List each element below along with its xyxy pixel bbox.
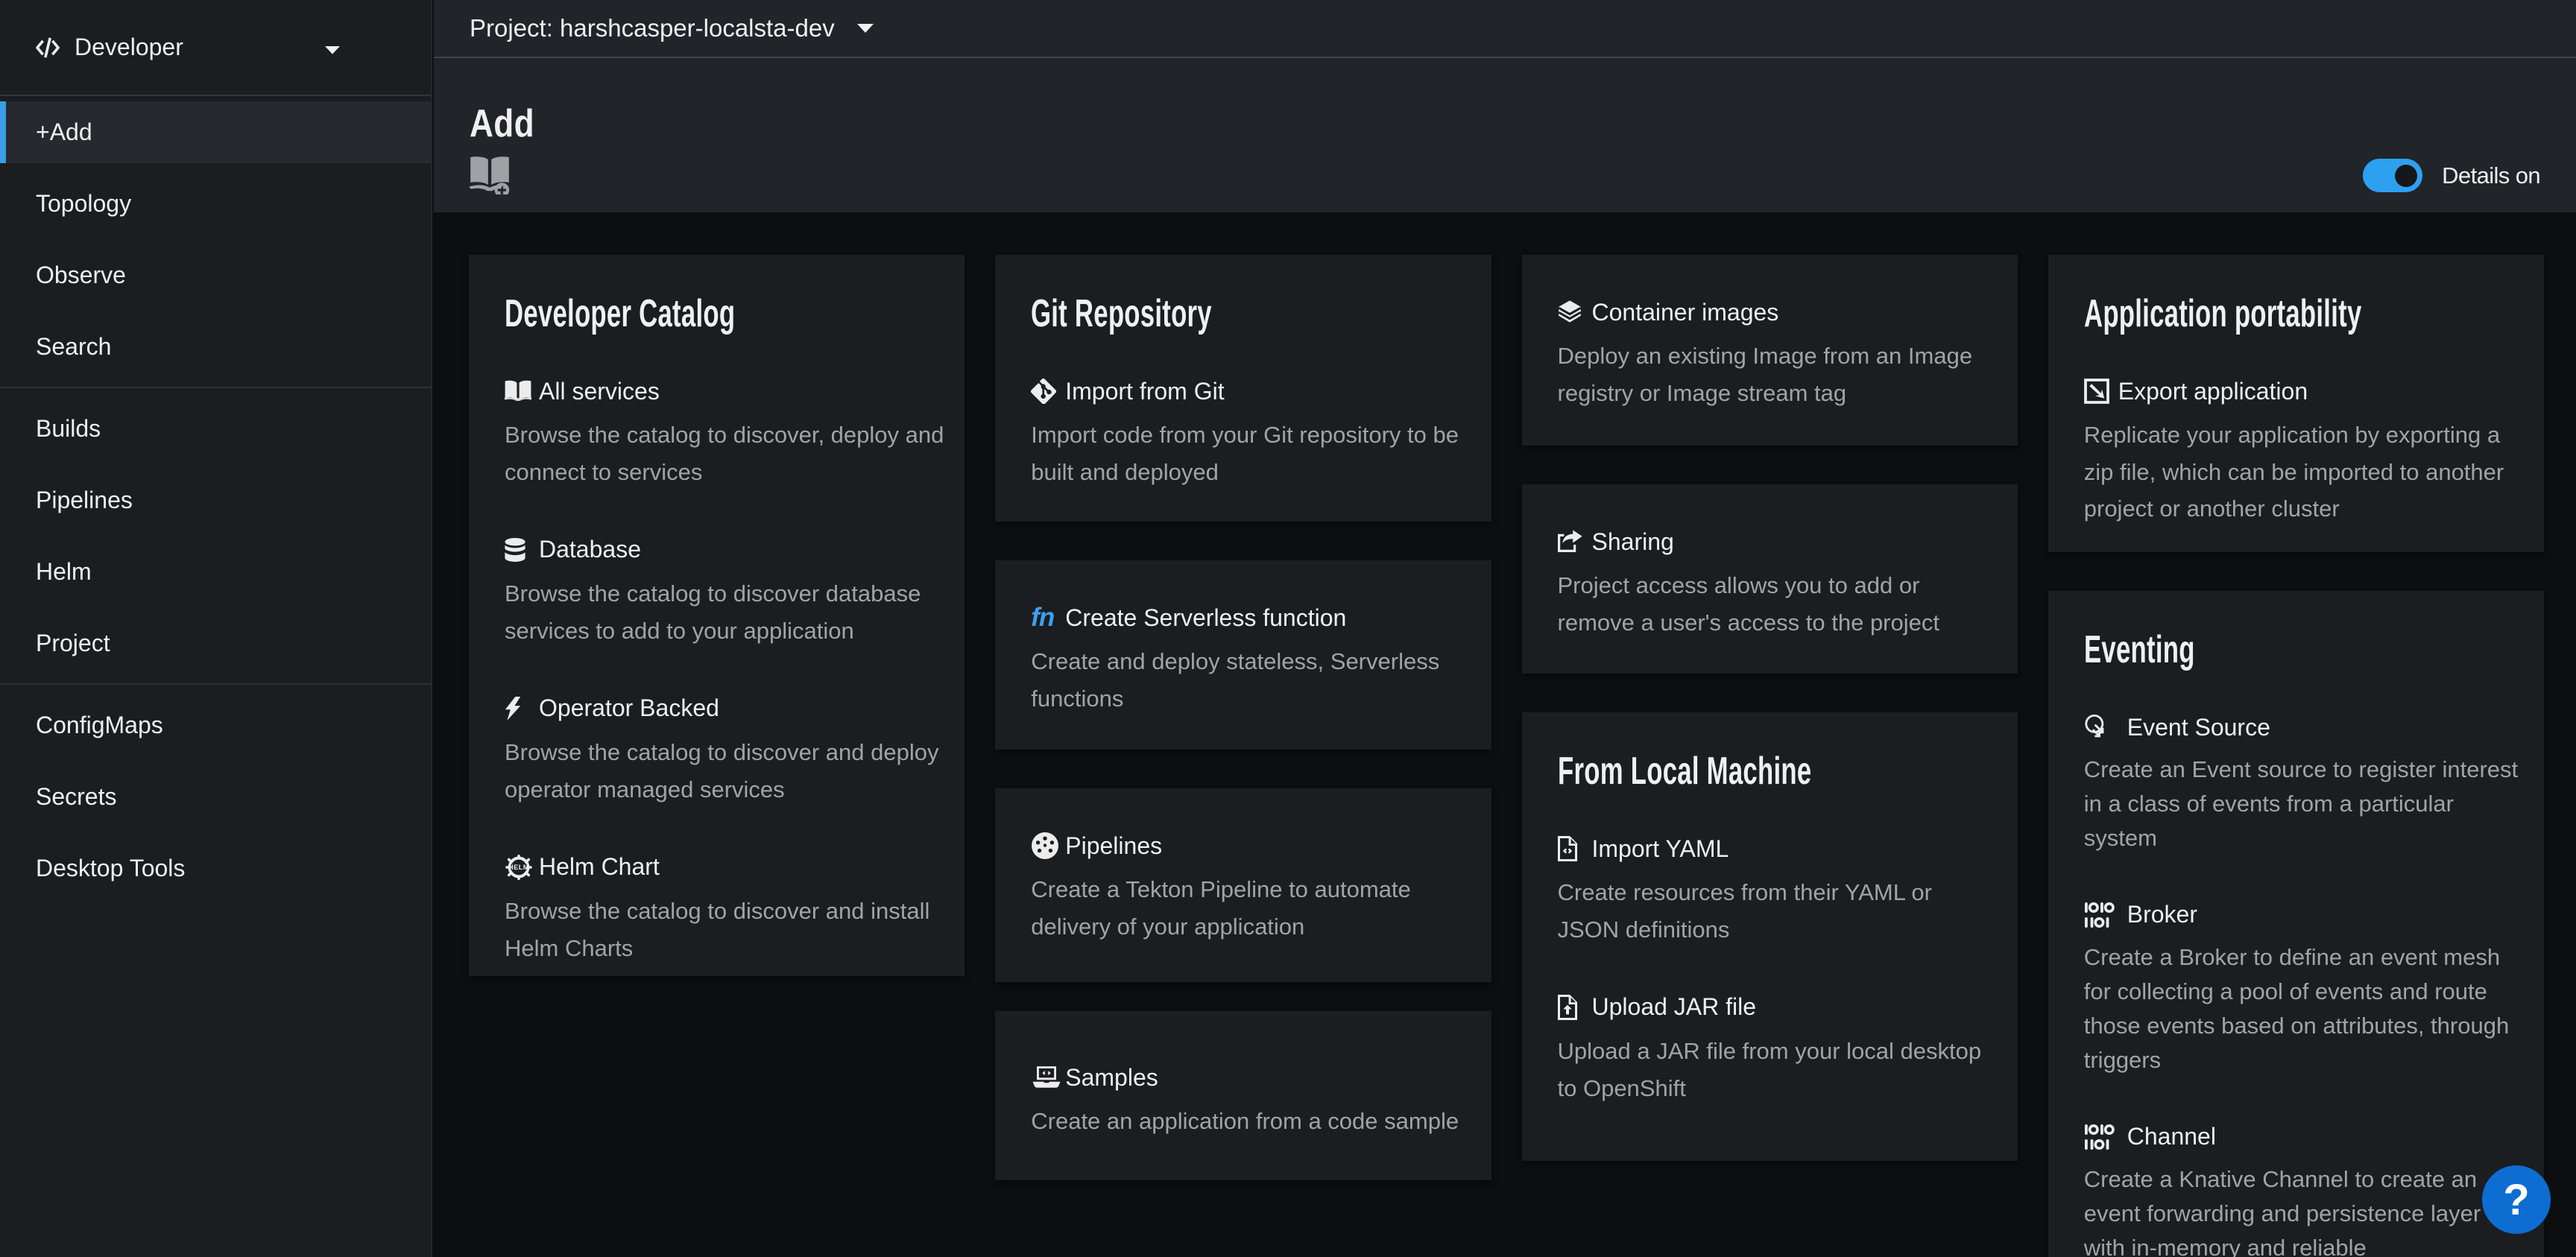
svg-text:HELM: HELM: [508, 864, 529, 871]
